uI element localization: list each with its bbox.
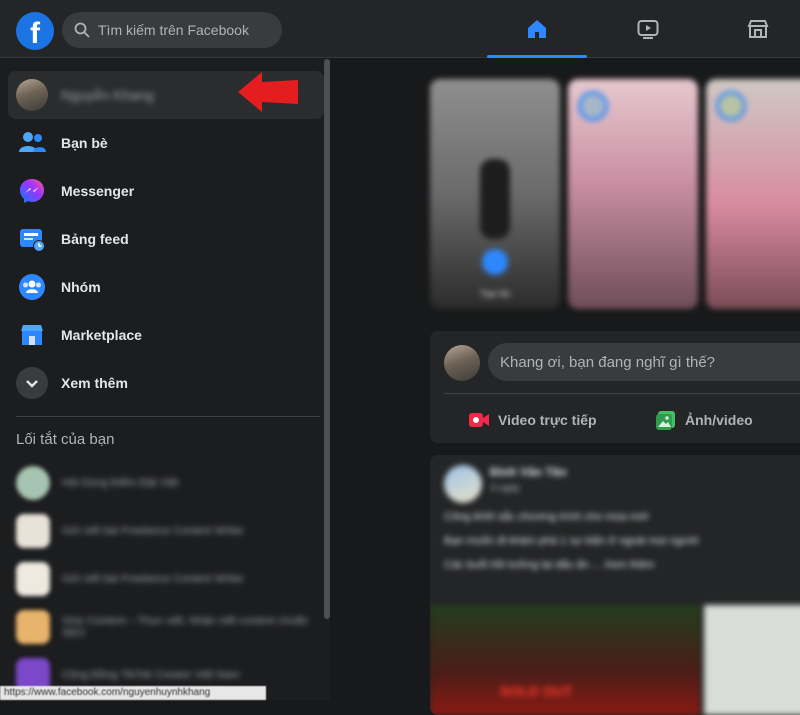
- messenger-icon: [16, 175, 48, 207]
- shortcut-label: Hội Dùng Điểm Đặt Việt: [62, 477, 179, 489]
- sidebar-item-label: Marketplace: [61, 327, 142, 343]
- store-icon: [747, 20, 769, 38]
- sidebar-item-label: Messenger: [61, 183, 135, 199]
- search-input[interactable]: Tìm kiếm trên Facebook: [62, 12, 282, 48]
- shortcut-thumbnail: [16, 466, 50, 500]
- red-arrow-annotation: [238, 72, 298, 112]
- search-icon: [74, 22, 90, 38]
- photo-icon: [656, 411, 675, 430]
- home-icon: [528, 20, 546, 38]
- post-media[interactable]: [704, 605, 800, 715]
- avatar: [16, 79, 48, 111]
- shortcut-item[interactable]: Gửi viết bài Freelance Content Writer: [8, 557, 324, 601]
- sidebar-item-label: Bạn bè: [61, 135, 108, 151]
- left-sidebar: Nguyễn Khang Bạn bè Messenger Bảng feed …: [0, 59, 330, 700]
- top-bar: f Tìm kiếm trên Facebook: [0, 0, 800, 58]
- feed-icon: [16, 223, 48, 255]
- shortcut-thumbnail: [16, 610, 50, 644]
- groups-icon: [16, 271, 48, 303]
- tab-watch[interactable]: [598, 4, 698, 54]
- chevron-down-icon: [16, 367, 48, 399]
- shortcut-item[interactable]: Hội Dùng Điểm Đặt Việt: [8, 461, 324, 505]
- sidebar-item-label: Nhóm: [61, 279, 101, 295]
- shortcut-label: Gửi viết bài Freelance Content Writer: [62, 525, 245, 537]
- tab-marketplace[interactable]: [708, 4, 800, 54]
- story-card[interactable]: [706, 79, 800, 309]
- sidebar-item-feed[interactable]: Bảng feed: [8, 215, 324, 263]
- story-label: Tạo tin: [479, 289, 511, 300]
- status-bar-url: https://www.facebook.com/nguyenhuynhkhan…: [0, 686, 266, 700]
- avatar: [444, 345, 480, 381]
- friends-icon: [16, 127, 48, 159]
- tab-home[interactable]: [487, 4, 587, 58]
- shortcut-label: Cộng Đồng TikTok Creator Việt Nam: [62, 669, 240, 681]
- post-media-caption: SOLD OUT: [500, 683, 573, 699]
- post-author[interactable]: Đinh Văn Tân: [490, 465, 567, 479]
- post-text-line: Bạn muốn đi khám phá 1 sự kiện ở ngoài m…: [444, 535, 699, 547]
- sidebar-item-marketplace[interactable]: Marketplace: [8, 311, 324, 359]
- post-time: 3 ngày: [490, 483, 521, 494]
- post-author-avatar[interactable]: [444, 465, 482, 503]
- photo-video-label: Ảnh/video: [685, 412, 753, 428]
- live-video-label: Video trực tiếp: [498, 412, 597, 428]
- story-card[interactable]: [568, 79, 698, 309]
- sidebar-item-see-more[interactable]: Xem thêm: [8, 359, 324, 407]
- divider: [16, 416, 320, 417]
- facebook-logo[interactable]: f: [16, 12, 54, 50]
- video-icon: [637, 20, 659, 39]
- profile-name: Nguyễn Khang: [61, 87, 154, 103]
- marketplace-icon: [16, 319, 48, 351]
- status-input[interactable]: Khang ơi, bạn đang nghĩ gì thế?: [488, 343, 800, 381]
- post-composer: Khang ơi, bạn đang nghĩ gì thế? Video tr…: [430, 331, 800, 443]
- shortcut-label: Vine Content – Thực viết, Nhận viết cont…: [62, 615, 309, 639]
- sidebar-item-messenger[interactable]: Messenger: [8, 167, 324, 215]
- sidebar-item-label: Xem thêm: [61, 375, 128, 391]
- shortcut-label: Gửi viết bài Freelance Content Writer: [62, 573, 245, 585]
- feed-post: Đinh Văn Tân 3 ngày Công khởi sắc chương…: [430, 455, 800, 715]
- story-card-create[interactable]: Tạo tin: [430, 79, 560, 309]
- main-feed: Tạo tin Khang ơi, bạn đang nghĩ gì thế? …: [330, 59, 800, 715]
- post-media[interactable]: SOLD OUT: [430, 605, 700, 715]
- post-text-line: Các buổi hồi tưởng lại dấu ấn ... Xem th…: [444, 559, 655, 571]
- shortcut-thumbnail: [16, 562, 50, 596]
- live-video-button[interactable]: Video trực tiếp: [468, 405, 597, 435]
- shortcut-item[interactable]: Gửi viết bài Freelance Content Writer: [8, 509, 324, 553]
- shortcut-thumbnail: [16, 514, 50, 548]
- sidebar-item-label: Bảng feed: [61, 231, 129, 247]
- shortcuts-title: Lối tắt của bạn: [16, 431, 115, 448]
- post-text-line: Công khởi sắc chương trình cho mùa mới: [444, 511, 649, 523]
- photo-video-button[interactable]: Ảnh/video: [655, 405, 753, 435]
- live-video-icon: [469, 413, 489, 427]
- search-placeholder: Tìm kiếm trên Facebook: [98, 22, 249, 38]
- shortcut-item[interactable]: Vine Content – Thực viết, Nhận viết cont…: [8, 605, 324, 649]
- divider: [444, 393, 800, 394]
- sidebar-item-groups[interactable]: Nhóm: [8, 263, 324, 311]
- sidebar-item-friends[interactable]: Bạn bè: [8, 119, 324, 167]
